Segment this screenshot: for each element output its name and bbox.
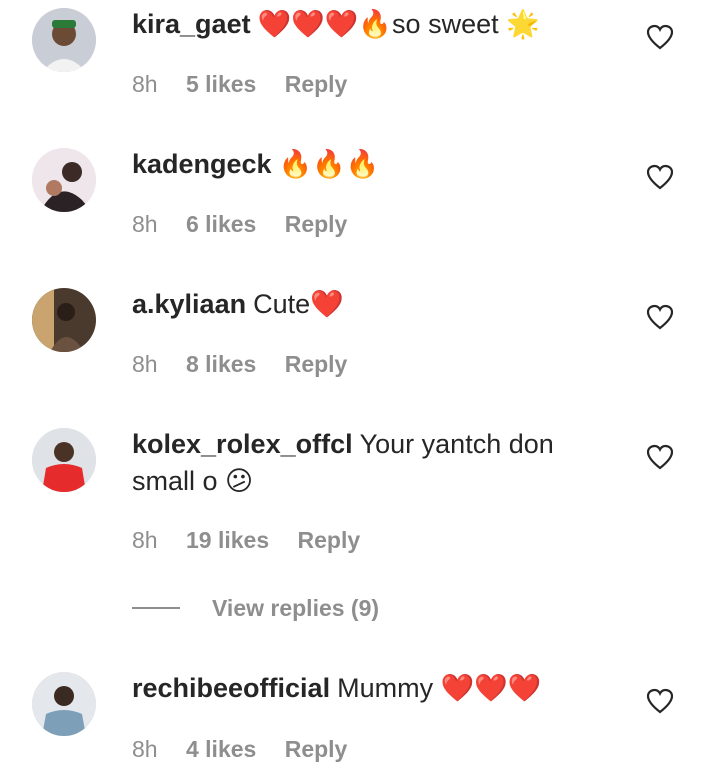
view-replies-button[interactable]: View replies (9)	[132, 592, 379, 624]
comment-time: 8h	[132, 351, 158, 377]
avatar[interactable]	[32, 672, 96, 736]
comment-text-block: a.kyliaan Cute❤️	[132, 286, 602, 323]
comment-username[interactable]: kira_gaet	[132, 9, 251, 39]
comment-meta: 8h 5 likes Reply	[132, 71, 369, 98]
comment-meta: 8h 6 likes Reply	[132, 211, 369, 238]
comment-likes[interactable]: 8 likes	[186, 351, 256, 377]
avatar[interactable]	[32, 148, 96, 212]
comment-text-block: kadengeck 🔥🔥🔥	[132, 146, 602, 183]
comment-likes[interactable]: 19 likes	[186, 527, 269, 553]
comment-username[interactable]: rechibeeofficial	[132, 673, 330, 703]
comment-text: Mummy ❤️❤️❤️	[337, 673, 542, 703]
comment-username[interactable]: kolex_rolex_offcl	[132, 429, 353, 459]
like-heart-icon[interactable]	[646, 164, 674, 190]
comment-username[interactable]: kadengeck	[132, 149, 272, 179]
comment-time: 8h	[132, 71, 158, 97]
like-heart-icon[interactable]	[646, 24, 674, 50]
reply-button[interactable]: Reply	[285, 736, 348, 762]
comment-text: ❤️❤️❤️🔥so sweet 🌟	[257, 9, 540, 39]
avatar[interactable]	[32, 428, 96, 492]
comment-likes[interactable]: 5 likes	[186, 71, 256, 97]
like-heart-icon[interactable]	[646, 444, 674, 470]
comment-text: 🔥🔥🔥	[278, 149, 380, 179]
comment-time: 8h	[132, 736, 158, 762]
comment-likes[interactable]: 6 likes	[186, 211, 256, 237]
comment-time: 8h	[132, 527, 158, 553]
comment-likes[interactable]: 4 likes	[186, 736, 256, 762]
comment-text-block: kolex_rolex_offcl Your yantch don small o…	[132, 426, 602, 500]
comment-meta: 8h 19 likes Reply	[132, 527, 382, 554]
comment-time: 8h	[132, 211, 158, 237]
reply-button[interactable]: Reply	[298, 527, 361, 553]
comment-text: Cute❤️	[253, 289, 344, 319]
like-heart-icon[interactable]	[646, 688, 674, 714]
view-replies-label: View replies (9)	[212, 594, 380, 621]
avatar[interactable]	[32, 288, 96, 352]
avatar[interactable]	[32, 8, 96, 72]
comment-username[interactable]: a.kyliaan	[132, 289, 246, 319]
reply-button[interactable]: Reply	[285, 71, 348, 97]
like-heart-icon[interactable]	[646, 304, 674, 330]
view-replies-divider	[132, 607, 180, 609]
comment-meta: 8h 4 likes Reply	[132, 736, 369, 763]
reply-button[interactable]: Reply	[285, 351, 348, 377]
reply-button[interactable]: Reply	[285, 211, 348, 237]
comment-text-block: rechibeeofficial Mummy ❤️❤️❤️	[132, 670, 602, 707]
comment-text-block: kira_gaet ❤️❤️❤️🔥so sweet 🌟	[132, 6, 602, 43]
comment-meta: 8h 8 likes Reply	[132, 351, 369, 378]
